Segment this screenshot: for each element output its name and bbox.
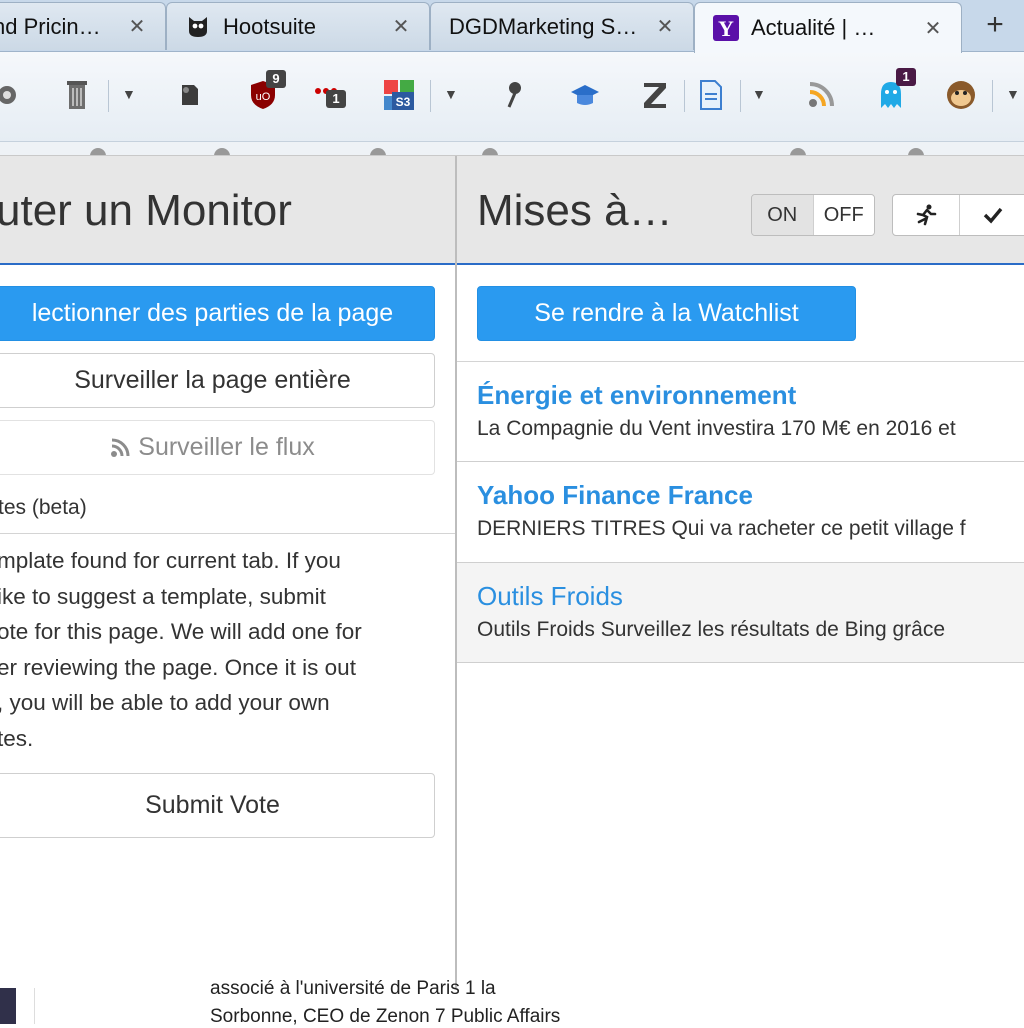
evernote-icon[interactable]: [172, 78, 206, 112]
graduation-cap-icon[interactable]: [568, 78, 602, 112]
feed-item-description: DERNIERS TITRES Qui va racheter ce petit…: [477, 517, 966, 540]
tab-close-icon[interactable]: ✕: [123, 14, 151, 39]
ublock-count-badge: 9: [266, 70, 286, 88]
action-button-group: [892, 194, 1024, 236]
message-line: , you will be able to add your own: [0, 690, 330, 715]
article-text: associé à l'université de Paris 1 la: [210, 978, 496, 999]
on-off-toggle[interactable]: ON OFF: [751, 194, 875, 236]
puzzle-icon[interactable]: [0, 78, 24, 112]
toggle-off[interactable]: OFF: [813, 195, 874, 235]
list-item[interactable]: Énergie et environnement La Compagnie du…: [457, 362, 1024, 462]
ublock-icon[interactable]: uO 9: [246, 70, 286, 112]
pin-icon[interactable]: [498, 78, 532, 112]
toggle-on[interactable]: ON: [752, 195, 814, 235]
tab-close-icon[interactable]: ✕: [387, 14, 415, 39]
watcher-popup: uter un Monitor lectionner des parties d…: [0, 155, 1024, 989]
feed-item-title[interactable]: Outils Froids: [477, 581, 623, 612]
ghostery-icon[interactable]: 1: [874, 68, 916, 112]
tab-title: Actualité | …: [751, 15, 876, 40]
watch-feed-button[interactable]: Surveiller le flux: [0, 420, 435, 475]
message-line: ote for this page. We will add one for: [0, 619, 362, 644]
tab-close-icon[interactable]: ✕: [919, 16, 947, 41]
updates-header: Mises à… ON OFF: [457, 156, 1024, 265]
feed-item-description: La Compagnie du Vent investira 170 M€ en…: [477, 417, 956, 440]
background-page: associé à l'université de Paris 1 la Sor…: [0, 978, 1024, 1027]
panel-title: Mises à…: [477, 186, 673, 235]
message-line: tes.: [0, 725, 34, 751]
svg-text:uO: uO: [256, 91, 271, 103]
checkmark-icon: [983, 207, 1003, 224]
mail-counter-icon[interactable]: 1: [312, 78, 346, 112]
tab-title: nd Pricin…: [0, 13, 101, 39]
ghostery-count-badge: 1: [896, 68, 916, 86]
s3-icon[interactable]: S3: [382, 78, 416, 112]
bookmarks-bar: [0, 142, 1024, 156]
template-message: mplate found for current tab. If you ike…: [0, 543, 362, 756]
rss-icon: [110, 438, 130, 458]
new-tab-button[interactable]: +: [978, 8, 1012, 42]
message-line: mplate found for current tab. If you: [0, 548, 341, 573]
chevron-down-icon[interactable]: ▼: [1006, 86, 1020, 102]
rss-icon[interactable]: [804, 78, 838, 112]
chevron-down-icon[interactable]: ▼: [752, 86, 766, 102]
go-to-watchlist-button[interactable]: Se rendre à la Watchlist: [477, 286, 856, 341]
chevron-down-icon[interactable]: ▼: [444, 86, 458, 102]
message-line: ike to suggest a template, submit: [0, 583, 326, 609]
tab-pricing[interactable]: nd Pricin… ✕: [0, 2, 166, 50]
feed-item-title[interactable]: Énergie et environnement: [477, 380, 796, 411]
chevron-down-icon[interactable]: ▼: [122, 86, 136, 102]
message-line: er reviewing the page. Once it is out: [0, 654, 356, 680]
watch-feed-label: Surveiller le flux: [138, 433, 315, 461]
mark-read-button[interactable]: [960, 195, 1024, 235]
tab-hootsuite[interactable]: Hootsuite ✕: [166, 2, 430, 50]
thumbnail-image: [0, 988, 16, 1024]
run-checks-button[interactable]: [893, 195, 960, 235]
templates-label: tes (beta): [0, 496, 87, 519]
zotero-icon[interactable]: [638, 78, 672, 112]
article-text: Sorbonne, CEO de Zenon 7 Public Affairs: [210, 1006, 561, 1027]
extensions-toolbar: ▼ uO 9 1 S3 ▼ ▼ 1 ▼: [0, 52, 1024, 142]
submit-vote-button[interactable]: Submit Vote: [0, 773, 435, 838]
select-page-parts-button[interactable]: lectionner des parties de la page: [0, 286, 435, 341]
updates-panel: Mises à… ON OFF Se rendre à la Watchlist…: [457, 156, 1024, 989]
add-monitor-header: uter un Monitor: [0, 156, 456, 265]
yahoo-y-icon: Y: [713, 15, 739, 41]
browser-tab-bar: nd Pricin… ✕ Hootsuite ✕ DGDMarketing S……: [0, 0, 1024, 53]
trash-icon[interactable]: [60, 78, 94, 112]
list-item[interactable]: Yahoo Finance France DERNIERS TITRES Qui…: [457, 462, 1024, 563]
feed-item-title[interactable]: Yahoo Finance France: [477, 480, 753, 511]
svg-text:Y: Y: [718, 16, 734, 41]
panel-title: uter un Monitor: [0, 186, 292, 235]
monkey-icon[interactable]: [944, 78, 978, 112]
add-monitor-panel: uter un Monitor lectionner des parties d…: [0, 156, 456, 989]
mail-count-badge: 1: [326, 90, 346, 108]
feed-item-description: Outils Froids Surveillez les résultats d…: [477, 618, 946, 641]
tab-actualite[interactable]: Y Actualité | … ✕: [694, 2, 962, 53]
watch-full-page-button[interactable]: Surveiller la page entière: [0, 353, 435, 408]
tab-close-icon[interactable]: ✕: [651, 14, 679, 39]
hootsuite-owl-icon: [185, 14, 211, 40]
tab-title: DGDMarketing S…: [449, 13, 638, 39]
svg-text:S3: S3: [396, 95, 411, 109]
document-icon[interactable]: [694, 78, 728, 112]
tab-title: Hootsuite: [223, 13, 316, 39]
tab-dgdmarketing[interactable]: DGDMarketing S… ✕: [430, 2, 694, 50]
list-item[interactable]: Outils Froids Outils Froids Surveillez l…: [457, 563, 1024, 663]
running-man-icon: [916, 204, 937, 226]
